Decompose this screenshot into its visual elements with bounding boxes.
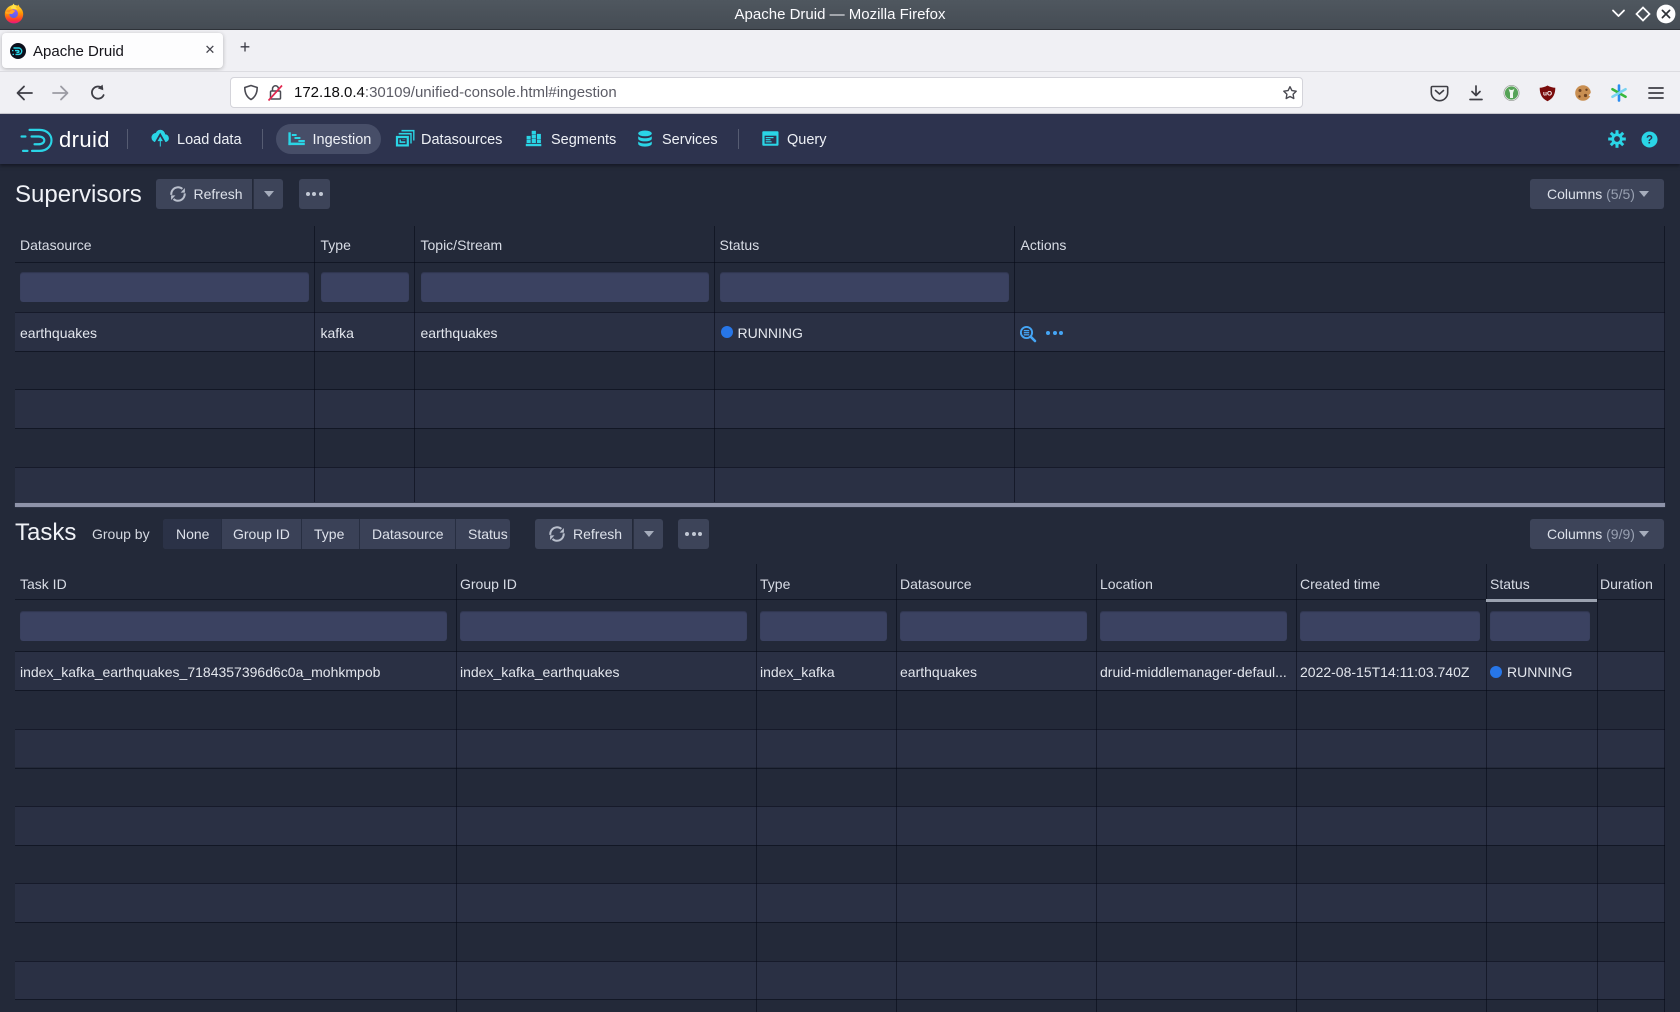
svg-text:?: ?	[1645, 134, 1652, 146]
svg-text:uO: uO	[1543, 91, 1552, 98]
